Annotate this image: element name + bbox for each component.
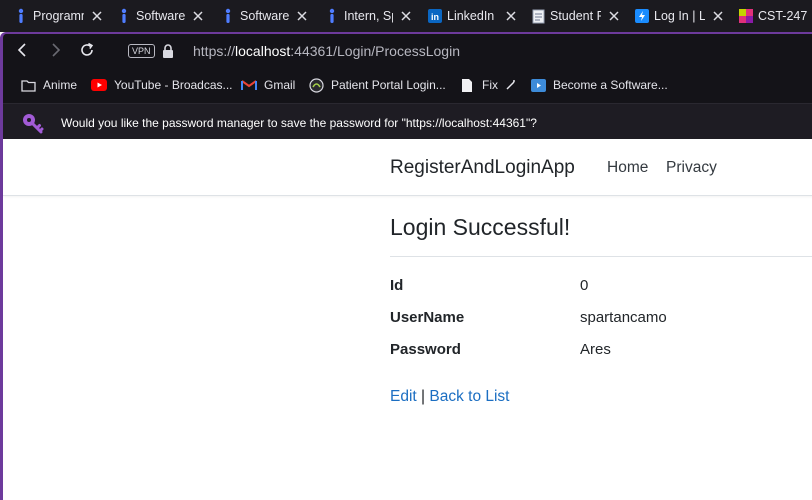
video-icon [530,77,546,93]
tab-label: CST-247 [758,9,808,23]
folder-icon [20,77,36,93]
key-icon [23,114,44,134]
tab-6[interactable]: Log In | L [635,0,725,32]
gmail-icon [241,77,257,93]
browser-chrome: VPN https://localhost:44361/Login/Proces… [0,32,812,141]
detail-label-username: UserName [390,309,465,326]
detail-value-password: Ares [580,341,611,358]
back-to-list-link[interactable]: Back to List [429,388,509,405]
indeed-icon [117,8,131,24]
browser-window: Programm Software Software Intern, Sp [0,0,812,500]
bookmark-youtube[interactable]: YouTube - Broadcas... [91,76,233,94]
indeed-icon [221,8,235,24]
bookmark-label: Anime [43,78,78,92]
divider [390,256,812,257]
tab-label: Student P [550,9,601,23]
tab-label: Log In | L [654,9,705,23]
nav-privacy-link[interactable]: Privacy [666,159,717,177]
bolt-icon [635,8,649,24]
page-content: RegisterAndLoginApp Home Privacy Login S… [0,139,812,500]
detail-value-username: spartancamo [580,309,667,326]
bookmark-label: Fix [482,78,498,92]
bookmark-label: YouTube - Broadcas... [114,78,233,92]
bookmark-fix[interactable]: Fix [459,76,517,94]
bookmark-label: Patient Portal Login... [331,78,446,92]
url-prefix: https:// [193,43,236,59]
bookmark-label: Become a Software... [553,78,668,92]
tab-label: LinkedIn [447,9,495,23]
tab-1[interactable]: Software [117,0,205,32]
indeed-icon [14,8,28,24]
wand-icon [505,79,517,91]
url-field[interactable]: https://localhost:44361/Login/ProcessLog… [193,43,460,59]
tab-5[interactable]: Student P [531,0,621,32]
page-title: Login Successful! [390,214,571,240]
tab-label: Software [136,9,185,23]
reload-icon[interactable] [78,41,96,59]
site-navbar: RegisterAndLoginApp Home Privacy [3,139,812,196]
detail-value-id: 0 [580,277,589,294]
tab-label: Software [240,9,289,23]
detail-label-password: Password [390,341,461,358]
detail-label-id: Id [390,277,404,294]
bookmark-patient-portal[interactable]: Patient Portal Login... [308,76,446,94]
close-icon[interactable] [295,9,309,23]
bookmark-become-software[interactable]: Become a Software... [530,76,668,94]
document-icon [531,8,545,24]
address-bar: VPN https://localhost:44361/Login/Proces… [3,34,812,68]
grid-logo-icon [739,8,753,24]
close-icon[interactable] [191,9,205,23]
tab-label: Intern, Sp [344,9,393,23]
link-separator: | [421,388,426,405]
close-icon[interactable] [504,9,518,23]
back-icon[interactable] [14,41,32,59]
close-icon[interactable] [399,9,413,23]
page-icon [459,77,475,93]
nav-home-link[interactable]: Home [607,159,648,177]
youtube-icon [91,77,107,93]
portal-icon [308,77,324,93]
bookmark-gmail[interactable]: Gmail [241,76,295,94]
indeed-icon [325,8,339,24]
close-icon[interactable] [90,9,104,23]
forward-icon[interactable] [46,41,64,59]
close-icon[interactable] [607,9,621,23]
vpn-badge[interactable]: VPN [128,44,155,58]
site-brand-link[interactable]: RegisterAndLoginApp [390,157,575,179]
bookmark-label: Gmail [264,78,296,92]
tab-strip: Programm Software Software Intern, Sp [0,0,812,32]
edit-link[interactable]: Edit [390,388,417,405]
url-host: localhost [235,43,291,59]
url-path: :44361/Login/ProcessLogin [290,43,460,59]
linkedin-icon: in [428,8,442,24]
tab-label: Programm [33,9,84,23]
tab-0[interactable]: Programm [14,0,104,32]
tab-2[interactable]: Software [221,0,309,32]
svg-text:in: in [431,12,439,22]
bookmarks-bar: Anime YouTube - Broadcas... Gmail Patien… [3,70,812,100]
bookmark-anime[interactable]: Anime [20,76,77,94]
password-manager-bar: Would you like the password manager to s… [3,103,812,141]
close-icon[interactable] [711,9,725,23]
action-links: Edit | Back to List [390,388,510,406]
tab-4[interactable]: in LinkedIn [428,0,518,32]
tab-7[interactable]: CST-247 [739,0,812,32]
password-prompt-text: Would you like the password manager to s… [61,116,537,130]
tab-3[interactable]: Intern, Sp [325,0,413,32]
lock-icon[interactable] [161,43,175,59]
